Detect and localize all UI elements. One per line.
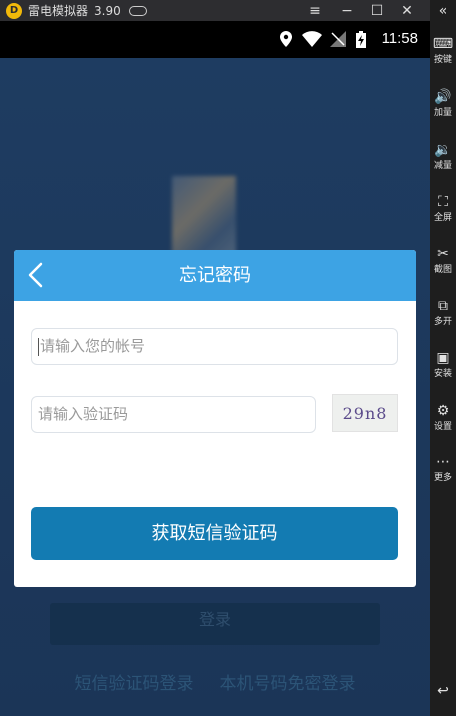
sidebar-item-label: 减量 bbox=[433, 161, 452, 171]
more-icon: ⋯ bbox=[436, 454, 450, 470]
emulator-window: D 雷电模拟器 3.90 ≡ − ☐ ✕ 11:58 登录 短信验证码登录 本机… bbox=[0, 0, 456, 716]
android-status-bar: 11:58 bbox=[0, 21, 430, 58]
volume-up-icon: 🔊 bbox=[434, 89, 452, 105]
gear-icon: ⚙ bbox=[436, 403, 450, 419]
forgot-password-dialog: 忘记密码 请输入您的帐号 请输入验证码 29n8 获取短信验证码 bbox=[14, 250, 416, 587]
back-arrow-icon[interactable] bbox=[22, 260, 52, 290]
login-options: 短信验证码登录 本机号码免密登录 bbox=[0, 669, 430, 694]
dialog-title: 忘记密码 bbox=[179, 265, 251, 286]
wifi-icon bbox=[302, 31, 322, 51]
emulator-title-bar: D 雷电模拟器 3.90 ≡ − ☐ ✕ bbox=[0, 0, 456, 21]
multi-instance-icon: ⧉ bbox=[438, 298, 448, 314]
menu-icon[interactable]: ≡ bbox=[302, 0, 328, 21]
dialog-header: 忘记密码 bbox=[14, 250, 416, 301]
sidebar-item-settings[interactable]: ⚙ 设置 bbox=[430, 402, 456, 433]
sidebar-item-label: 加量 bbox=[433, 108, 452, 118]
app-version: 3.90 bbox=[94, 3, 121, 18]
phone-screen: 11:58 登录 短信验证码登录 本机号码免密登录 忘记密码 请输入您的帐号 请… bbox=[0, 21, 430, 716]
maximize-icon[interactable]: ☐ bbox=[364, 0, 390, 21]
ldplayer-logo-icon: D bbox=[6, 2, 22, 19]
no-signal-icon bbox=[330, 31, 346, 51]
volume-down-icon: 🔉 bbox=[434, 142, 452, 158]
sidebar-item-label: 安装 bbox=[433, 369, 452, 379]
sms-code-login-link[interactable]: 短信验证码登录 bbox=[75, 669, 194, 694]
emulator-sidebar: « ⌨ 按键 🔊 加量 🔉 减量 ⛶ 全屏 ✂ 截图 ⧉ 多开 ▣ 安装 ⚙ 设… bbox=[430, 0, 456, 716]
captcha-text: 29n8 bbox=[342, 403, 388, 423]
login-button[interactable]: 登录 bbox=[50, 603, 380, 645]
account-input[interactable]: 请输入您的帐号 bbox=[31, 328, 398, 365]
sidebar-item-label: 截图 bbox=[433, 265, 452, 275]
app-title: 雷电模拟器 bbox=[28, 4, 89, 18]
gamepad-icon[interactable] bbox=[128, 5, 147, 16]
sidebar-item-screenshot[interactable]: ✂ 截图 bbox=[430, 245, 456, 276]
captcha-image[interactable]: 29n8 bbox=[332, 394, 398, 432]
sidebar-item-label: 多开 bbox=[433, 317, 452, 327]
minimize-icon[interactable]: − bbox=[334, 0, 360, 21]
sidebar-item-label: 全屏 bbox=[433, 213, 452, 223]
close-icon[interactable]: ✕ bbox=[394, 0, 420, 21]
code-placeholder: 请输入验证码 bbox=[38, 405, 129, 423]
get-sms-code-button[interactable]: 获取短信验证码 bbox=[31, 507, 398, 560]
apk-install-icon: ▣ bbox=[436, 350, 450, 366]
scissors-icon: ✂ bbox=[437, 246, 449, 262]
fullscreen-icon: ⛶ bbox=[438, 194, 448, 210]
sidebar-item-label: 更多 bbox=[433, 473, 452, 483]
sidebar-item-install-apk[interactable]: ▣ 安装 bbox=[430, 349, 456, 380]
sidebar-item-volume-down[interactable]: 🔉 减量 bbox=[430, 141, 456, 172]
collapse-sidebar-icon[interactable]: « bbox=[430, 2, 456, 20]
android-back-icon[interactable]: ↩ bbox=[430, 682, 456, 700]
location-icon bbox=[280, 31, 292, 51]
verification-code-input[interactable]: 请输入验证码 bbox=[31, 396, 316, 433]
sidebar-item-volume-up[interactable]: 🔊 加量 bbox=[430, 88, 456, 119]
sidebar-item-label: 按键 bbox=[433, 55, 452, 65]
sidebar-item-keymap[interactable]: ⌨ 按键 bbox=[430, 35, 456, 66]
sidebar-item-more[interactable]: ⋯ 更多 bbox=[430, 453, 456, 484]
battery-charging-icon bbox=[356, 31, 366, 52]
keyboard-icon: ⌨ bbox=[432, 36, 454, 52]
text-caret bbox=[38, 337, 39, 356]
account-placeholder: 请输入您的帐号 bbox=[40, 337, 146, 355]
sidebar-item-label: 设置 bbox=[433, 422, 452, 432]
one-tap-login-link[interactable]: 本机号码免密登录 bbox=[220, 669, 356, 694]
sidebar-item-multi-instance[interactable]: ⧉ 多开 bbox=[430, 297, 456, 328]
sidebar-item-fullscreen[interactable]: ⛶ 全屏 bbox=[430, 193, 456, 224]
status-time: 11:58 bbox=[381, 30, 418, 47]
